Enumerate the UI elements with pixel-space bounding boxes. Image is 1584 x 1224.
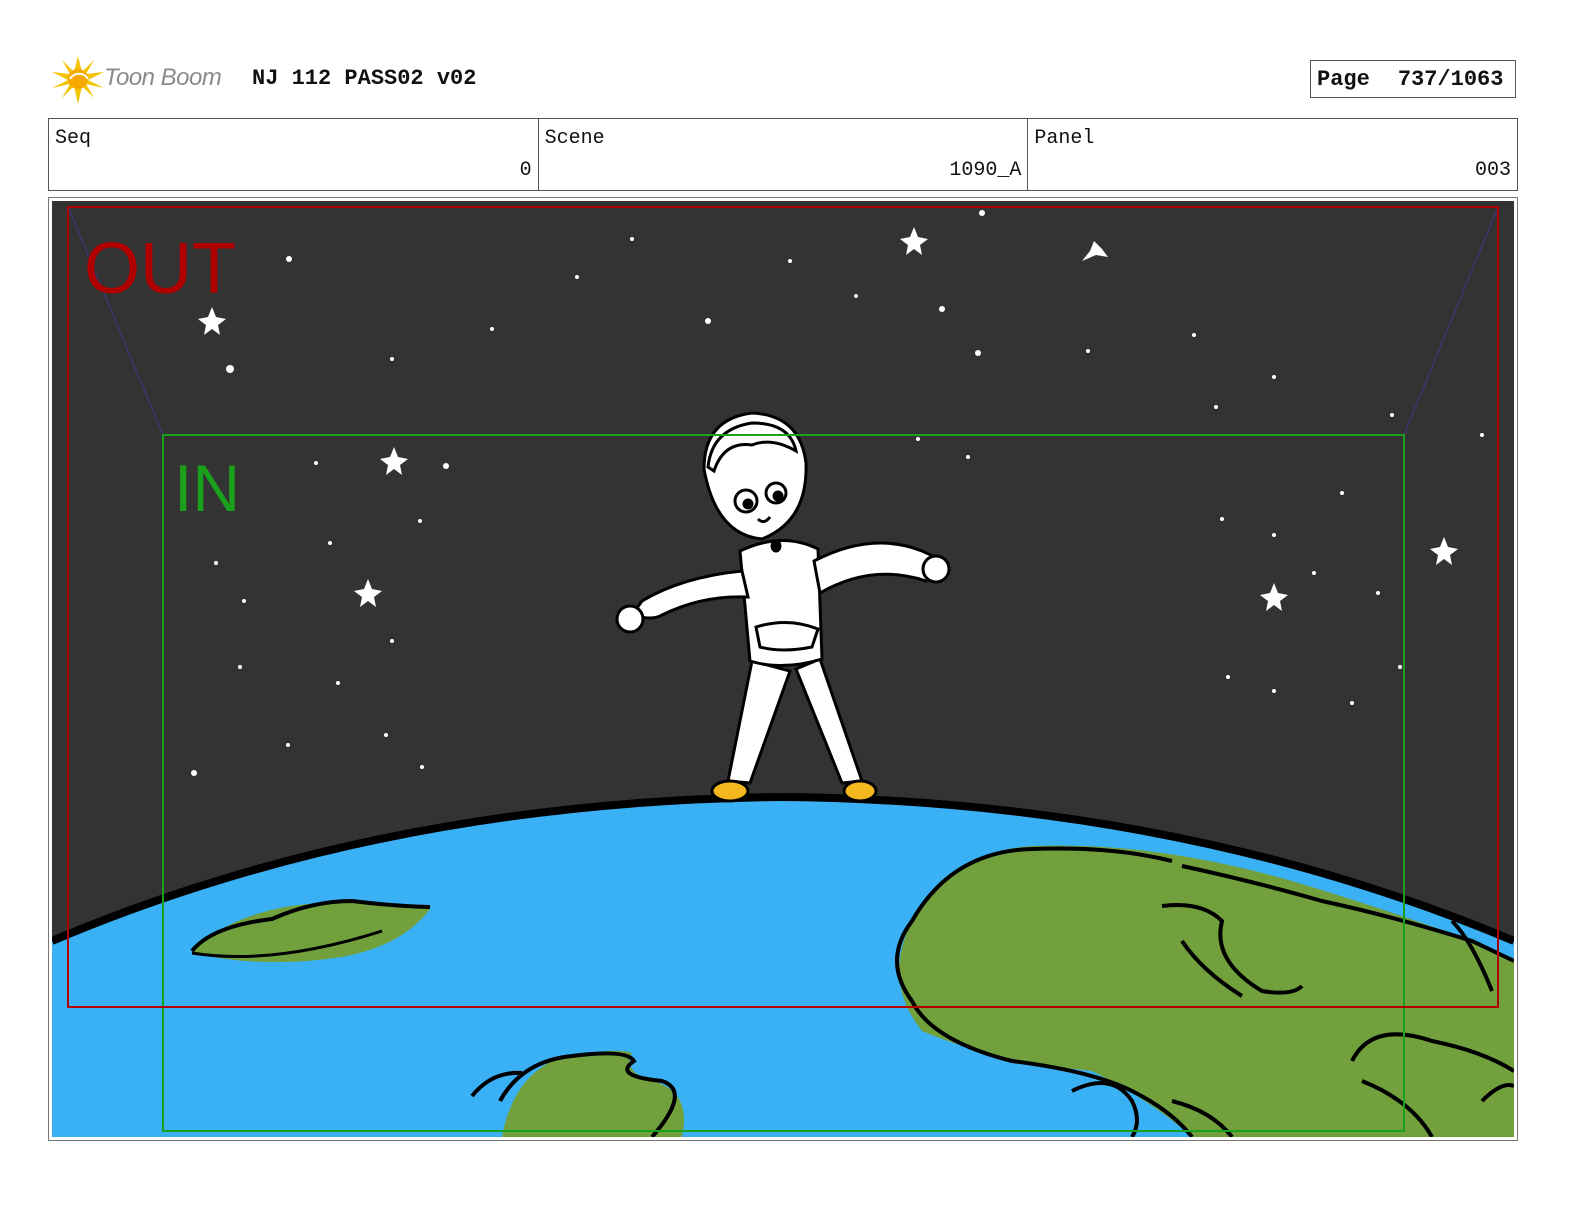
scene-cell: Scene 1090_A	[539, 119, 1029, 190]
panel-cell: Panel 003	[1028, 119, 1517, 190]
sun-burst-icon	[52, 56, 104, 104]
page-counter: Page 737/1063	[1310, 60, 1516, 98]
in-label: IN	[174, 451, 240, 525]
scene-label: Scene	[544, 127, 605, 150]
toon-boom-logo: Toon Boom	[50, 52, 240, 106]
panel-artwork: OUT IN	[52, 201, 1514, 1137]
page-label: Page	[1317, 66, 1370, 92]
scene-value: 1090_A	[949, 159, 1022, 182]
panel-value: 003	[1475, 159, 1512, 182]
info-row: Seq 0 Scene 1090_A Panel 003	[48, 118, 1518, 191]
out-label: OUT	[84, 229, 236, 309]
document-title: NJ 112 PASS02 v02	[252, 66, 477, 91]
panel-label: Panel	[1034, 127, 1095, 150]
seq-cell: Seq 0	[49, 119, 539, 190]
seq-label: Seq	[55, 127, 92, 150]
logo-text: Toon Boom	[104, 64, 222, 91]
page-value: 737/1063	[1397, 66, 1504, 92]
storyboard-panel: OUT IN	[52, 201, 1514, 1137]
seq-value: 0	[519, 159, 532, 182]
